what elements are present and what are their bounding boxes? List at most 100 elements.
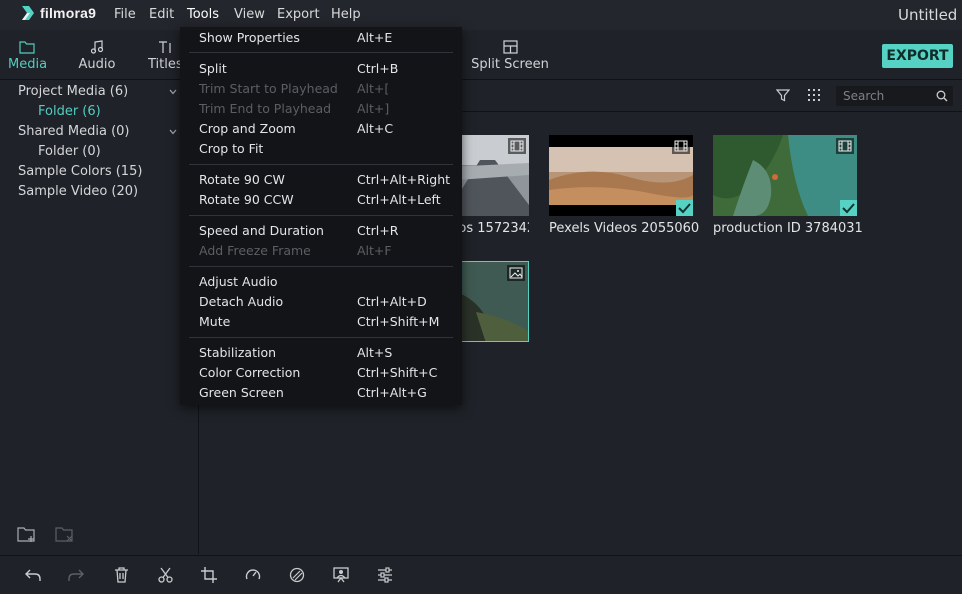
- menu-edit[interactable]: Edit: [149, 7, 174, 22]
- film-strip-icon: [674, 140, 688, 152]
- scissors-icon[interactable]: [158, 567, 173, 583]
- menu-crop-and-zoom[interactable]: Crop and Zoom Alt+C: [199, 119, 393, 139]
- menu-separator: [189, 164, 453, 165]
- menu-item-shortcut: Ctrl+Alt+G: [357, 385, 427, 400]
- redo-icon[interactable]: [68, 567, 84, 583]
- menu-item-label: Stabilization: [199, 345, 277, 360]
- menu-item-shortcut: Ctrl+Alt+D: [357, 294, 427, 309]
- grid-view-icon[interactable]: [807, 88, 821, 102]
- image-badge: [507, 265, 525, 281]
- checkmark-icon: [842, 203, 855, 214]
- speed-icon[interactable]: [245, 567, 261, 583]
- media-thumbnail-coast[interactable]: [713, 135, 857, 216]
- tree-sample-colors[interactable]: Sample Colors (15): [18, 164, 142, 179]
- menu-view[interactable]: View: [234, 7, 265, 22]
- menu-item-label: Green Screen: [199, 385, 284, 400]
- menu-trim-start: Trim Start to Playhead Alt+[: [199, 79, 389, 99]
- image-icon: [509, 267, 523, 279]
- menu-item-shortcut: Alt+S: [357, 345, 393, 360]
- tree-shared-media[interactable]: Shared Media (0): [18, 124, 130, 139]
- menu-item-label: Rotate 90 CW: [199, 172, 285, 187]
- menu-export[interactable]: Export: [277, 7, 320, 22]
- menu-detach-audio[interactable]: Detach Audio Ctrl+Alt+D: [199, 292, 427, 312]
- menu-item-label: Trim Start to Playhead: [199, 81, 338, 96]
- search-input[interactable]: [843, 88, 933, 104]
- library-tabs: Media Audio Titles Split Screen EXPORT: [0, 30, 962, 80]
- menu-stabilization[interactable]: Stabilization Alt+S: [199, 343, 392, 363]
- media-tree-panel: Project Media (6) Folder (6) Shared Medi…: [0, 81, 199, 554]
- menu-show-properties[interactable]: Show Properties Alt+E: [199, 28, 392, 48]
- music-note-icon: [90, 40, 104, 54]
- menu-trim-end: Trim End to Playhead Alt+]: [199, 99, 389, 119]
- menu-tools[interactable]: Tools: [187, 7, 219, 22]
- tree-project-folder[interactable]: Folder (6): [38, 104, 101, 119]
- green-screen-icon[interactable]: [333, 567, 349, 583]
- tab-split-screen-label: Split Screen: [471, 57, 549, 72]
- split-screen-icon: [502, 40, 518, 54]
- menu-separator: [189, 266, 453, 267]
- timeline-toolbar: [0, 555, 962, 594]
- document-title: Untitled : 0: [898, 6, 962, 24]
- menu-rotate-ccw[interactable]: Rotate 90 CCW Ctrl+Alt+Left: [199, 190, 441, 210]
- menu-bar: filmora9 File Edit Tools View Export Hel…: [0, 0, 962, 30]
- checkmark-icon: [678, 203, 691, 214]
- menu-item-shortcut: Ctrl+Shift+C: [357, 365, 438, 380]
- folder-icon: [19, 41, 35, 54]
- menu-item-shortcut: Ctrl+Shift+M: [357, 314, 440, 329]
- used-in-timeline-check: [676, 200, 693, 216]
- delete-icon[interactable]: [114, 567, 129, 583]
- filter-icon[interactable]: [776, 88, 790, 102]
- tree-shared-folder[interactable]: Folder (0): [38, 144, 101, 159]
- menu-item-label: Adjust Audio: [199, 274, 278, 289]
- tree-sample-video[interactable]: Sample Video (20): [18, 184, 138, 199]
- media-thumbnail-desert[interactable]: [549, 135, 693, 216]
- menu-help[interactable]: Help: [331, 7, 361, 22]
- delete-folder-icon[interactable]: [55, 525, 75, 543]
- filmora-window: filmora9 File Edit Tools View Export Hel…: [0, 0, 962, 594]
- color-icon[interactable]: [289, 567, 305, 583]
- film-strip-icon: [510, 140, 524, 152]
- film-strip-icon: [838, 140, 852, 152]
- menu-item-shortcut: Alt+C: [357, 121, 394, 136]
- search-icon[interactable]: [936, 90, 948, 102]
- tab-media[interactable]: Media: [8, 40, 48, 72]
- video-badge: [508, 138, 526, 154]
- tools-dropdown-menu: Show Properties Alt+E Split Ctrl+B Trim St…: [180, 27, 462, 405]
- menu-item-shortcut: Alt+[: [357, 81, 390, 96]
- used-in-timeline-check: [840, 200, 857, 216]
- tab-titles[interactable]: Titles: [148, 40, 182, 72]
- tree-project-media[interactable]: Project Media (6): [18, 84, 128, 99]
- menu-green-screen[interactable]: Green Screen Ctrl+Alt+G: [199, 383, 427, 403]
- menu-crop-to-fit[interactable]: Crop to Fit: [199, 139, 263, 159]
- menu-item-shortcut: Ctrl+Alt+Right: [357, 172, 451, 187]
- menu-item-label: Show Properties: [199, 30, 300, 45]
- menu-speed-duration[interactable]: Speed and Duration Ctrl+R: [199, 221, 398, 241]
- titles-icon: [159, 41, 171, 53]
- menu-split[interactable]: Split Ctrl+B: [199, 59, 398, 79]
- search-box: [836, 86, 953, 106]
- menu-rotate-cw[interactable]: Rotate 90 CW Ctrl+Alt+Right: [199, 170, 450, 190]
- menu-mute[interactable]: Mute Ctrl+Shift+M: [199, 312, 439, 332]
- app-logo: filmora9: [20, 5, 96, 21]
- chevron-down-icon[interactable]: [169, 128, 177, 136]
- menu-separator: [189, 215, 453, 216]
- tab-media-label: Media: [8, 57, 48, 72]
- menu-item-label: Split: [199, 61, 227, 76]
- menu-file[interactable]: File: [114, 7, 136, 22]
- undo-icon[interactable]: [25, 567, 41, 583]
- menu-item-shortcut: Ctrl+Alt+Left: [357, 192, 441, 207]
- video-badge: [836, 138, 854, 154]
- menu-separator: [189, 337, 453, 338]
- export-button[interactable]: EXPORT: [882, 44, 953, 68]
- tab-split-screen[interactable]: Split Screen: [470, 40, 550, 72]
- menu-item-shortcut: Alt+E: [357, 30, 393, 45]
- menu-color-correction[interactable]: Color Correction Ctrl+Shift+C: [199, 363, 437, 383]
- menu-item-label: Crop to Fit: [199, 141, 264, 156]
- audio-mixer-icon[interactable]: [377, 567, 393, 583]
- menu-adjust-audio[interactable]: Adjust Audio: [199, 272, 278, 292]
- crop-icon[interactable]: [201, 567, 217, 583]
- menu-item-label: Mute: [199, 314, 231, 329]
- new-folder-icon[interactable]: [17, 525, 37, 543]
- chevron-down-icon[interactable]: [169, 88, 177, 96]
- tab-audio[interactable]: Audio: [78, 40, 116, 72]
